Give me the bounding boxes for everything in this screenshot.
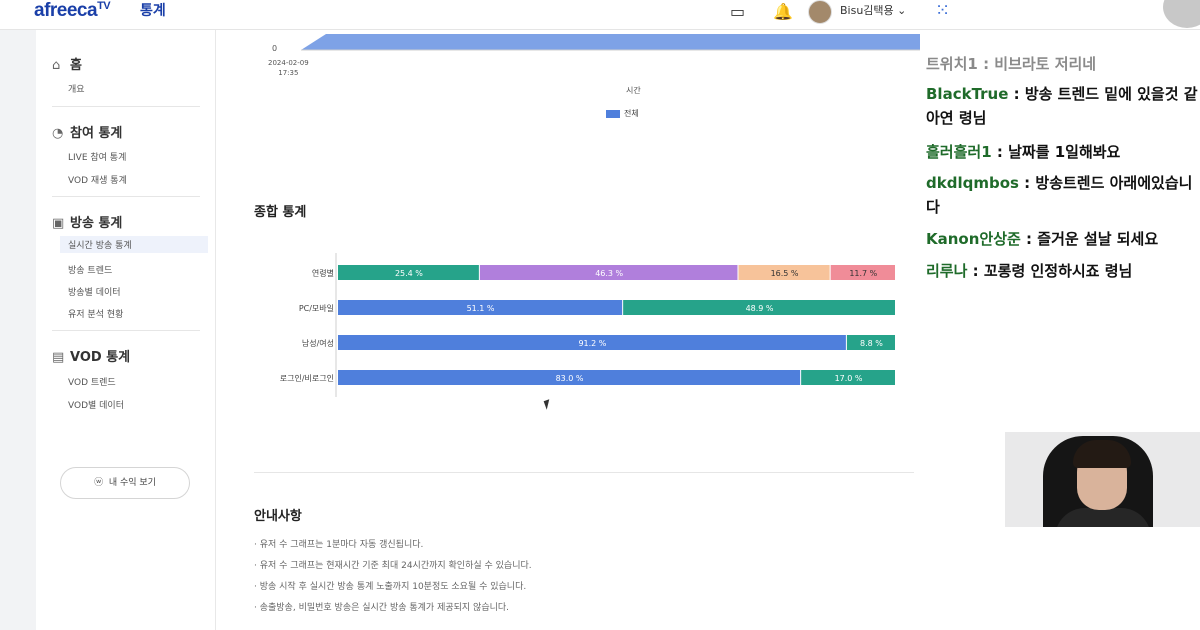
sidebar-group-home[interactable]: ⌂ 홈 bbox=[52, 54, 82, 73]
chat-message: 리루나 : 꼬롱령 인정하시죠 령님 bbox=[926, 262, 1133, 280]
top-bar: afreecaTV 통계 ▭ 🔔 Bisu김택용 ⌄ ⁙ bbox=[0, 0, 1200, 30]
won-icon: ⓦ bbox=[94, 478, 104, 488]
chat-message: Kanon안상준 : 즐거운 설날 되세요 bbox=[926, 230, 1159, 248]
sidebar-group-participation[interactable]: ◔ 참여 통계 bbox=[52, 122, 122, 141]
chat-message: BlackTrue : 방송 트렌드 밑에 있을것 같아연 령님 bbox=[926, 85, 1198, 127]
bell-icon[interactable]: 🔔 bbox=[773, 2, 793, 21]
summary-stacked-bar-chart: 25.4 % 46.3 % 16.5 % 11.7 % 51.1 % 48.9 % 91.2… bbox=[335, 253, 895, 397]
sidebar-group-vod[interactable]: ▤ VOD 통계 bbox=[52, 346, 130, 365]
webcam-feed bbox=[1005, 432, 1200, 527]
webcam-streamer-hair bbox=[1073, 440, 1131, 468]
bar-data-label: 25.4 % bbox=[395, 269, 423, 278]
notice-item: · 방송 시작 후 실시간 방송 통계 노출까지 10분정도 소요될 수 있습니… bbox=[254, 582, 527, 592]
chat-message: 트위치1 : 비브라토 저리네 bbox=[926, 55, 1097, 73]
main-content: 0 2024-02-0917:35 2024-02-09 시간 전체 종합 통계… bbox=[216, 30, 981, 630]
avatar[interactable] bbox=[808, 0, 832, 24]
user-menu[interactable]: Bisu김택용 ⌄ bbox=[840, 2, 906, 18]
sidebar-item-overview[interactable]: 개요 bbox=[68, 82, 85, 95]
participation-icon: ◔ bbox=[52, 126, 64, 141]
sidebar-item-broadcast-data[interactable]: 방송별 데이터 bbox=[68, 285, 121, 298]
notice-title: 안내사항 bbox=[254, 509, 302, 524]
chat-message: 흘러흘러1 : 날짜를 1일해봐요 bbox=[926, 143, 1121, 161]
bar-data-label: 8.8 % bbox=[860, 339, 883, 348]
notice-divider bbox=[254, 472, 914, 473]
sidebar-item-vod-trend[interactable]: VOD 트렌드 bbox=[68, 375, 116, 388]
bar-data-label: 46.3 % bbox=[595, 269, 623, 278]
sidebar-group-broadcast[interactable]: ▣ 방송 통계 bbox=[52, 212, 122, 231]
sidebar-item-vod-playback[interactable]: VOD 재생 통계 bbox=[68, 173, 127, 186]
my-revenue-button[interactable]: ⓦ 내 수익 보기 bbox=[60, 467, 190, 499]
bar-data-label: 11.7 % bbox=[849, 269, 877, 278]
bar-data-label: 91.2 % bbox=[578, 339, 606, 348]
sidebar-item-user-analysis[interactable]: 유저 분석 현황 bbox=[68, 307, 123, 320]
section-title: 통계 bbox=[140, 3, 166, 19]
sidebar-item-live-participation[interactable]: LIVE 참여 통계 bbox=[68, 150, 126, 163]
bar-data-label: 17.0 % bbox=[835, 374, 863, 383]
sidebar-item-broadcast-trend[interactable]: 방송 트렌드 bbox=[68, 263, 112, 276]
bar-data-label: 51.1 % bbox=[467, 304, 495, 313]
sidebar-item-vod-data[interactable]: VOD별 데이터 bbox=[68, 398, 124, 411]
bar-data-label: 83.0 % bbox=[556, 374, 584, 383]
sidebar: ⌂ 홈 개요 ◔ 참여 통계 LIVE 참여 통계 VOD 재생 통계 ▣ 방송 통계… bbox=[36, 30, 216, 630]
broadcast-icon[interactable]: ▭ bbox=[730, 2, 745, 21]
notice-item: · 유저 수 그래프는 1분마다 자동 갱신됩니다. bbox=[254, 540, 424, 550]
notice-item: · 유저 수 그래프는 현재시간 기준 최대 24시간까지 확인하실 수 있습니… bbox=[254, 561, 532, 571]
chat-overlay: 트위치1 : 비브라토 저리네 BlackTrue : 방송 트렌드 밑에 있을… bbox=[920, 30, 1200, 630]
bar-data-label: 48.9 % bbox=[746, 304, 774, 313]
home-icon: ⌂ bbox=[52, 58, 61, 73]
afreeca-logo[interactable]: afreecaTV bbox=[34, 0, 111, 22]
bar-data-label: 16.5 % bbox=[771, 269, 799, 278]
sidebar-divider bbox=[52, 330, 200, 331]
notice-item: · 송출방송, 비밀번호 방송은 실시간 방송 통계가 제공되지 않습니다. bbox=[254, 603, 510, 613]
broadcast-stats-icon: ▣ bbox=[52, 216, 65, 231]
sidebar-item-realtime-broadcast[interactable]: 실시간 방송 통계 bbox=[60, 236, 208, 253]
vod-icon: ▤ bbox=[52, 350, 65, 365]
sidebar-divider bbox=[52, 106, 200, 107]
apps-grid-icon[interactable]: ⁙ bbox=[935, 0, 950, 21]
chat-message: dkdlqmbos : 방송트렌드 아래에있습니다 bbox=[926, 174, 1193, 216]
sidebar-divider bbox=[52, 196, 200, 197]
